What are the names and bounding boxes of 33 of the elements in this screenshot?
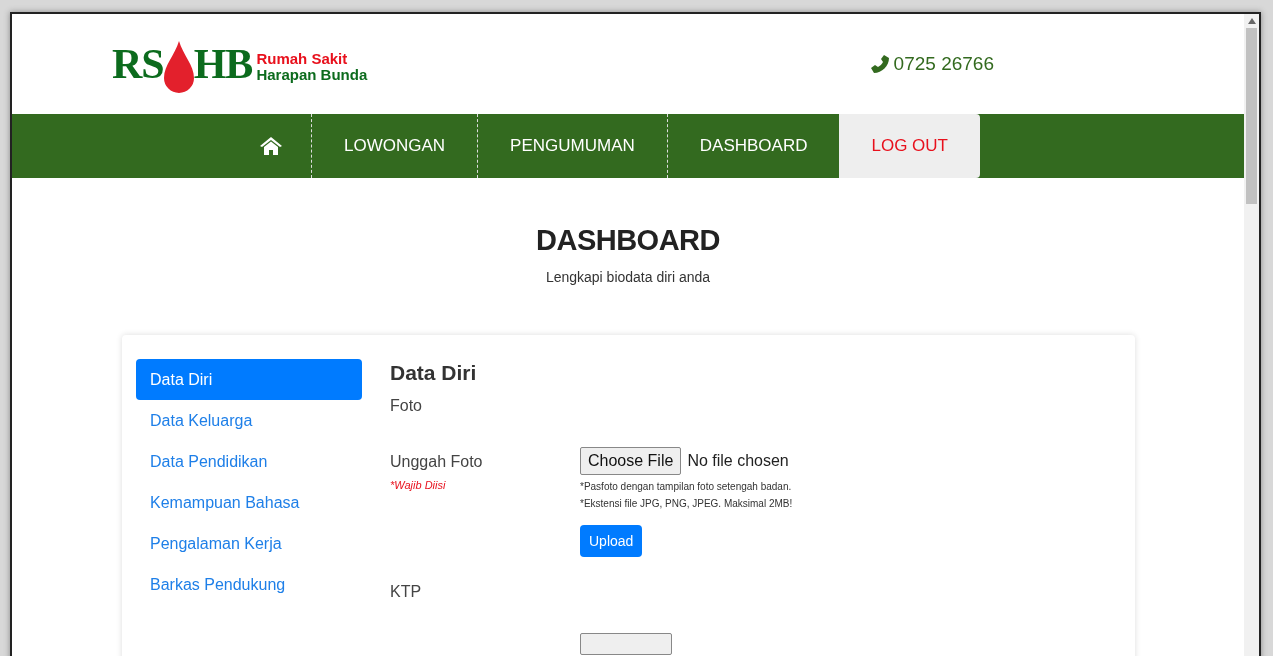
page-title: DASHBOARD xyxy=(535,224,721,257)
logout-link[interactable]: LOG OUT xyxy=(839,114,980,178)
phone-number: 0725 26766 xyxy=(893,53,994,75)
section-title: Foto xyxy=(390,397,423,415)
scroll-up-icon[interactable] xyxy=(1247,18,1256,24)
nav-link[interactable]: LOWONGAN xyxy=(311,114,478,178)
upload-button[interactable]: Upload xyxy=(580,525,643,557)
sidebar-item[interactable]: Data Pendidikan xyxy=(136,441,362,482)
sidebar-item[interactable]: Data Diri xyxy=(136,359,362,400)
page-subtitle: Lengkapi biodata diri anda xyxy=(544,269,712,285)
file-status: No file chosen xyxy=(687,452,789,470)
choose-file-button[interactable]: Choose File xyxy=(580,447,682,475)
blood-drop-icon xyxy=(163,41,194,93)
scrollbar[interactable] xyxy=(1244,14,1259,656)
phone-icon xyxy=(869,54,890,74)
field-label: Unggah Foto xyxy=(390,453,484,471)
section-title: KTP xyxy=(390,583,423,601)
sidebar-item[interactable]: Barkas Pendukung xyxy=(136,564,362,605)
logo-text: Harapan Bunda xyxy=(256,67,368,83)
home-icon xyxy=(259,136,284,156)
sidebar-item[interactable]: Data Keluarga xyxy=(136,400,362,441)
logo-text: Rumah Sakit xyxy=(256,51,349,67)
hint-text: *Ekstensi file JPG, PNG, JPEG. Maksimal 2MB! xyxy=(580,498,793,509)
logo-letters: RS xyxy=(112,40,164,88)
nav-link[interactable]: PENGUMUMAN xyxy=(477,114,667,178)
scroll-thumb[interactable] xyxy=(1246,28,1257,204)
sidebar-item[interactable]: Pengalaman Kerja xyxy=(136,523,362,564)
file-input-field[interactable] xyxy=(580,633,672,655)
logo-letters: HB xyxy=(193,40,253,88)
sidebar-item[interactable]: Kemampuan Bahasa xyxy=(136,482,362,523)
required-note: *Wajib Diisi xyxy=(390,479,447,491)
form-heading: Data Diri xyxy=(390,361,478,385)
hint-text: *Pasfoto dengan tampilan foto setengah badan. xyxy=(580,481,793,492)
